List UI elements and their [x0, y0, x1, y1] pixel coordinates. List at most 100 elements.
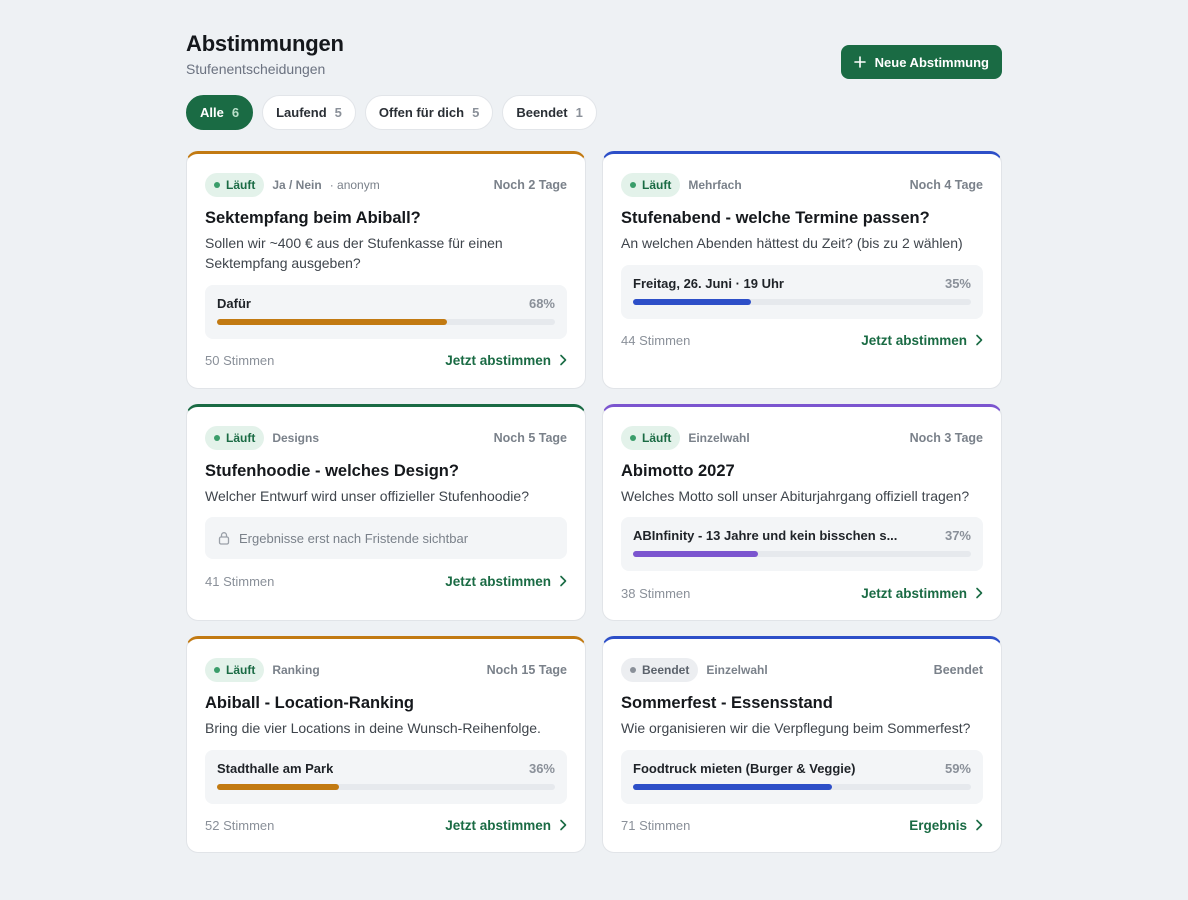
status-dot-icon — [630, 182, 636, 188]
vote-now-link[interactable]: Jetzt abstimmen — [861, 586, 983, 601]
status-badge: Läuft — [205, 426, 265, 450]
poll-card[interactable]: Läuft Einzelwahl Noch 3 Tage Abimotto 20… — [602, 404, 1002, 621]
filter-count: 1 — [575, 105, 583, 120]
vote-count: 41 Stimmen — [205, 573, 275, 589]
poll-card[interactable]: Läuft Ranking Noch 15 Tage Abiball - Loc… — [186, 636, 586, 853]
result-label: Freitag, 26. Juni · 19 Uhr — [633, 276, 784, 291]
cta-label: Jetzt abstimmen — [445, 352, 551, 368]
poll-deadline: Beendet — [933, 663, 983, 677]
result-percent: 37% — [944, 528, 971, 543]
poll-meta: Beendet Einzelwahl Beendet — [621, 658, 983, 682]
poll-meta: Läuft Mehrfach Noch 4 Tage — [621, 173, 983, 197]
status-dot-icon — [214, 667, 220, 673]
poll-footer: 50 Stimmen Jetzt abstimmen — [205, 349, 567, 371]
vote-now-link[interactable]: Jetzt abstimmen — [445, 353, 567, 368]
status-dot-icon — [214, 182, 220, 188]
filter-chips: Alle 6 Laufend 5 Offen für dich 5 Beende… — [186, 95, 597, 130]
poll-type: Einzelwahl — [706, 663, 768, 677]
poll-card[interactable]: Läuft Ja / Nein · anonym Noch 2 Tage Sek… — [186, 151, 586, 389]
poll-type: Ranking — [272, 663, 320, 677]
poll-meta: Läuft Designs Noch 5 Tage — [205, 426, 567, 450]
result-bar — [217, 319, 447, 325]
chevron-right-icon — [976, 587, 983, 599]
chevron-right-icon — [560, 354, 567, 366]
cta-label: Jetzt abstimmen — [445, 573, 551, 589]
status-badge: Läuft — [205, 658, 265, 682]
poll-footer: 71 Stimmen Ergebnis — [621, 814, 983, 836]
vote-count: 50 Stimmen — [205, 352, 275, 368]
poll-description: Wie organisieren wir die Verpflegung bei… — [621, 720, 971, 736]
vote-now-link[interactable]: Jetzt abstimmen — [445, 818, 567, 833]
status-text: Läuft — [226, 431, 256, 445]
poll-deadline: Noch 3 Tage — [909, 431, 983, 445]
poll-title: Stufenhoodie - welches Design? — [205, 462, 459, 480]
leading-result: Freitag, 26. Juni · 19 Uhr 35% — [621, 265, 983, 319]
status-dot-icon — [630, 667, 636, 673]
view-result-link[interactable]: Ergebnis — [909, 818, 983, 833]
lock-icon — [218, 532, 230, 545]
cta-label: Jetzt abstimmen — [861, 332, 967, 348]
status-badge: Läuft — [205, 173, 265, 197]
result-label: Stadthalle am Park — [217, 761, 334, 776]
poll-card[interactable]: Läuft Designs Noch 5 Tage Stufenhoodie -… — [186, 404, 586, 621]
chevron-right-icon — [976, 819, 983, 831]
result-track — [633, 299, 971, 305]
result-bar — [633, 551, 759, 557]
result-bar — [217, 784, 339, 790]
result-track — [217, 784, 555, 790]
leading-result: ABInfinity - 13 Jahre und kein bisschen … — [621, 517, 983, 571]
filter-label: Beendet — [516, 105, 568, 120]
poll-meta: Läuft Ja / Nein · anonym Noch 2 Tage — [205, 173, 567, 197]
vote-now-link[interactable]: Jetzt abstimmen — [445, 574, 567, 589]
poll-description: Bring die vier Locations in deine Wunsch… — [205, 720, 541, 736]
poll-meta: Läuft Einzelwahl Noch 3 Tage — [621, 426, 983, 450]
locked-text: Ergebnisse erst nach Fristende sichtbar — [239, 530, 469, 546]
result-bar — [633, 299, 752, 305]
status-dot-icon — [630, 435, 636, 441]
status-dot-icon — [214, 435, 220, 441]
filter-count: 5 — [472, 105, 480, 120]
plus-icon — [853, 55, 867, 69]
filter-running[interactable]: Laufend 5 — [262, 95, 356, 130]
leading-result: Foodtruck mieten (Burger & Veggie) 59% — [621, 750, 983, 804]
poll-description: Sollen wir ~400 € aus der Stufenkasse fü… — [205, 235, 503, 271]
chevron-right-icon — [560, 819, 567, 831]
filter-label: Laufend — [276, 105, 327, 120]
page-header: Abstimmungen Stufenentscheidungen Neue A… — [186, 30, 1002, 80]
result-percent: 35% — [944, 276, 971, 291]
leading-result: Dafür 68% — [205, 285, 567, 339]
poll-title: Sektempfang beim Abiball? — [205, 209, 421, 227]
poll-footer: 41 Stimmen Jetzt abstimmen — [205, 570, 567, 592]
poll-meta: Läuft Ranking Noch 15 Tage — [205, 658, 567, 682]
filter-label: Offen für dich — [378, 105, 465, 120]
filter-open-for-you[interactable]: Offen für dich 5 — [364, 95, 494, 130]
poll-title: Abimotto 2027 — [621, 462, 735, 480]
poll-card[interactable]: Läuft Mehrfach Noch 4 Tage Stufenabend -… — [602, 151, 1002, 389]
result-track — [633, 551, 971, 557]
status-badge: Beendet — [621, 658, 699, 682]
poll-deadline: Noch 5 Tage — [493, 431, 567, 445]
status-text: Läuft — [642, 178, 672, 192]
poll-footer: 52 Stimmen Jetzt abstimmen — [205, 814, 567, 836]
result-bar — [633, 784, 833, 790]
poll-title: Sommerfest - Essensstand — [621, 694, 833, 712]
filter-ended[interactable]: Beendet 1 — [502, 95, 597, 130]
poll-deadline: Noch 4 Tage — [909, 178, 983, 192]
status-text: Läuft — [642, 431, 672, 445]
poll-description: Welches Motto soll unser Abiturjahrgang … — [621, 488, 970, 504]
result-label: ABInfinity - 13 Jahre und kein bisschen … — [633, 528, 898, 543]
status-text: Beendet — [642, 663, 690, 677]
vote-count: 71 Stimmen — [621, 817, 691, 833]
vote-now-link[interactable]: Jetzt abstimmen — [861, 333, 983, 348]
result-track — [217, 319, 555, 325]
poll-title: Stufenabend - welche Termine passen? — [621, 209, 930, 227]
result-percent: 36% — [528, 761, 555, 776]
filter-all[interactable]: Alle 6 — [186, 95, 254, 130]
new-poll-button[interactable]: Neue Abstimmung — [840, 45, 1002, 79]
poll-description: Welcher Entwurf wird unser offizieller S… — [205, 488, 529, 504]
vote-count: 38 Stimmen — [621, 585, 691, 601]
poll-card[interactable]: Beendet Einzelwahl Beendet Sommerfest - … — [602, 636, 1002, 853]
result-percent: 59% — [944, 761, 971, 776]
status-badge: Läuft — [621, 173, 681, 197]
poll-description: An welchen Abenden hättest du Zeit? (bis… — [621, 235, 963, 251]
